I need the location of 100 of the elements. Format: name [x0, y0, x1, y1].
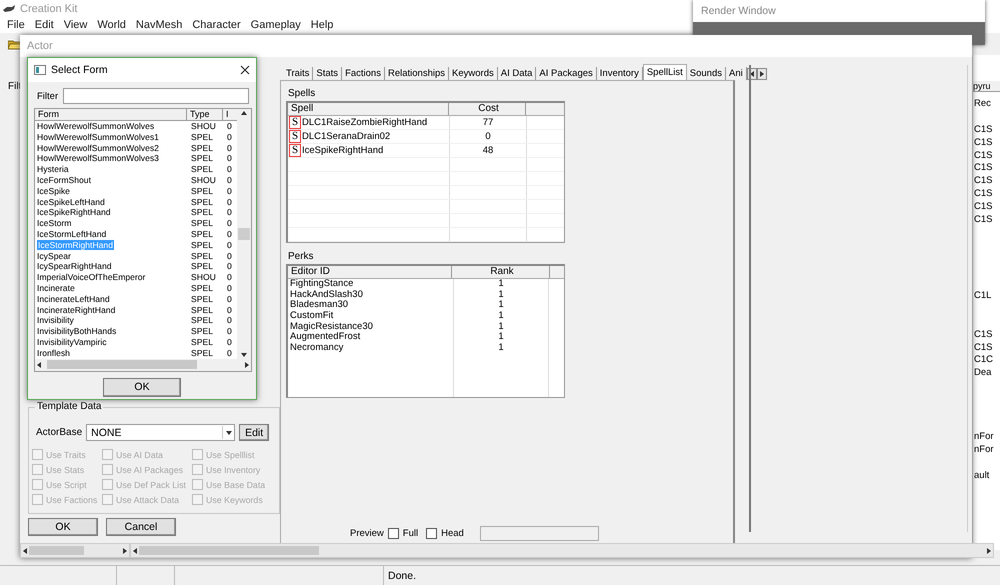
list-item[interactable]: Rec: [974, 98, 991, 110]
list-item[interactable]: Hysteria: [37, 164, 69, 174]
checkbox-label: Use AI Data: [116, 450, 163, 460]
checkbox[interactable]: [388, 528, 399, 539]
list-item[interactable]: nFor: [974, 431, 994, 442]
dialog-button[interactable]: Cancel: [106, 518, 176, 536]
scroll-right-icon[interactable]: [758, 70, 766, 78]
list-item[interactable]: C1S: [974, 175, 992, 186]
list-item[interactable]: IceStorm: [37, 218, 72, 228]
scroll-right-icon[interactable]: [243, 360, 251, 369]
list-item[interactable]: C1S: [974, 214, 992, 225]
column-header[interactable]: Spell: [288, 103, 449, 115]
scroll-left-icon[interactable]: [131, 546, 139, 554]
list-item[interactable]: HowlWerewolfSummonWolves3: [37, 153, 159, 164]
scrollbar[interactable]: [35, 358, 251, 371]
tab[interactable]: Sounds: [686, 67, 726, 80]
tab[interactable]: SpellList: [642, 64, 687, 80]
list-item[interactable]: C1S: [974, 188, 992, 199]
tab[interactable]: Stats: [313, 67, 342, 80]
list-item[interactable]: Dea: [974, 367, 992, 378]
menu-item[interactable]: Help: [306, 17, 338, 33]
menu-item[interactable]: World: [92, 17, 131, 33]
list-item[interactable]: Ironflesh: [37, 348, 70, 358]
scrollbar[interactable]: [237, 109, 251, 359]
list-item[interactable]: C1S: [974, 200, 992, 212]
filter-label: Filter: [37, 90, 58, 102]
checkbox-label: Use Traits: [46, 450, 86, 460]
tab[interactable]: AI Packages: [536, 67, 597, 80]
tab[interactable]: Factions: [342, 67, 385, 80]
list-item[interactable]: IceSpike: [37, 186, 70, 196]
actorbase-dropdown[interactable]: NONE: [86, 424, 236, 441]
scroll-down-icon[interactable]: [240, 350, 248, 359]
menu-item[interactable]: Gameplay: [246, 17, 306, 33]
list-item[interactable]: IcySpear: [37, 250, 71, 261]
list-item[interactable]: IceFormShout: [37, 174, 91, 185]
list-item[interactable]: InvisibilityVampiric: [37, 336, 107, 347]
checkbox[interactable]: [426, 528, 438, 539]
list-item[interactable]: IceSpikeLeftHand: [37, 196, 105, 207]
list-item[interactable]: Invisibility: [37, 315, 74, 326]
tab[interactable]: Keywords: [449, 67, 498, 80]
scroll-up-icon[interactable]: [240, 109, 248, 117]
list-item[interactable]: ImperialVoiceOfTheEmperor: [37, 272, 146, 282]
list-item[interactable]: HowlWerewolfSummonWolves2: [37, 142, 159, 153]
spell-icon: S: [289, 130, 301, 143]
spell-icon: S: [289, 144, 301, 157]
ok-button[interactable]: OK: [103, 378, 181, 397]
scroll-left-icon[interactable]: [21, 546, 29, 554]
list-item[interactable]: IncinerateRightHand: [37, 304, 116, 315]
menu-item[interactable]: Edit: [30, 17, 59, 33]
list-item[interactable]: C1S: [974, 328, 992, 340]
list-item[interactable]: C1S: [974, 124, 992, 135]
list-item[interactable]: IncinerateLeftHand: [37, 294, 110, 304]
tab[interactable]: Traits: [283, 67, 314, 80]
menu-item[interactable]: NavMesh: [130, 17, 188, 33]
column-header[interactable]: Form: [35, 109, 187, 120]
window-title: Creation Kit: [20, 2, 78, 14]
table-cell-text: 0: [226, 174, 233, 186]
scroll-thumb[interactable]: [238, 228, 250, 240]
list-item[interactable]: C1C: [974, 354, 994, 366]
scroll-left-icon[interactable]: [35, 360, 43, 369]
scroll-right-icon[interactable]: [985, 546, 993, 554]
menu-item[interactable]: View: [58, 17, 92, 33]
scrollbar[interactable]: [130, 543, 994, 558]
close-icon[interactable]: [240, 65, 250, 75]
column-header[interactable]: Rank: [452, 266, 550, 278]
column-header[interactable]: Type: [187, 109, 223, 120]
edit-button[interactable]: Edit: [239, 424, 270, 441]
column-header[interactable]: pyru: [973, 81, 1000, 92]
list-item[interactable]: IceSpikeRightHand: [37, 207, 111, 218]
tab[interactable]: Relationships: [384, 67, 450, 80]
scroll-right-icon[interactable]: [121, 546, 129, 554]
menu-item[interactable]: File: [2, 17, 30, 33]
list-item[interactable]: IceStormLeftHand: [37, 228, 106, 239]
list-item[interactable]: C1S: [974, 150, 992, 161]
list-item[interactable]: Incinerate: [37, 282, 75, 293]
list-item[interactable]: HowlWerewolfSummonWolves: [37, 121, 154, 131]
column-header[interactable]: I: [223, 109, 236, 120]
dialog-button[interactable]: OK: [28, 518, 98, 536]
list-item[interactable]: C1L: [974, 290, 992, 302]
column-header[interactable]: Editor ID: [288, 266, 452, 278]
filter-field[interactable]: [63, 88, 250, 104]
list-item[interactable]: C1S: [974, 342, 992, 353]
table-cell-text: 0: [226, 142, 233, 154]
checkbox-label: Use Spelllist: [206, 450, 254, 460]
list-item[interactable]: HowlWerewolfSummonWolves1: [37, 132, 159, 142]
table-cell-text: SPEL: [190, 348, 214, 359]
dropdown-arrow-icon[interactable]: [224, 428, 233, 436]
checkbox-label: Use AI Packages: [116, 464, 183, 474]
tab[interactable]: AI Data: [498, 67, 536, 80]
list-item[interactable]: nFor: [974, 444, 994, 455]
list-item[interactable]: ault: [974, 470, 990, 481]
list-item[interactable]: IcySpearRightHand: [37, 261, 112, 272]
preview-field[interactable]: [480, 526, 599, 541]
scrollbar[interactable]: [20, 543, 130, 558]
list-item[interactable]: C1S: [974, 136, 992, 148]
column-header[interactable]: Cost: [449, 103, 526, 115]
folder-icon[interactable]: [8, 38, 22, 50]
menu-item[interactable]: Character: [187, 17, 246, 33]
list-item[interactable]: InvisibilityBothHands: [37, 326, 116, 336]
list-item[interactable]: C1S: [974, 162, 992, 174]
